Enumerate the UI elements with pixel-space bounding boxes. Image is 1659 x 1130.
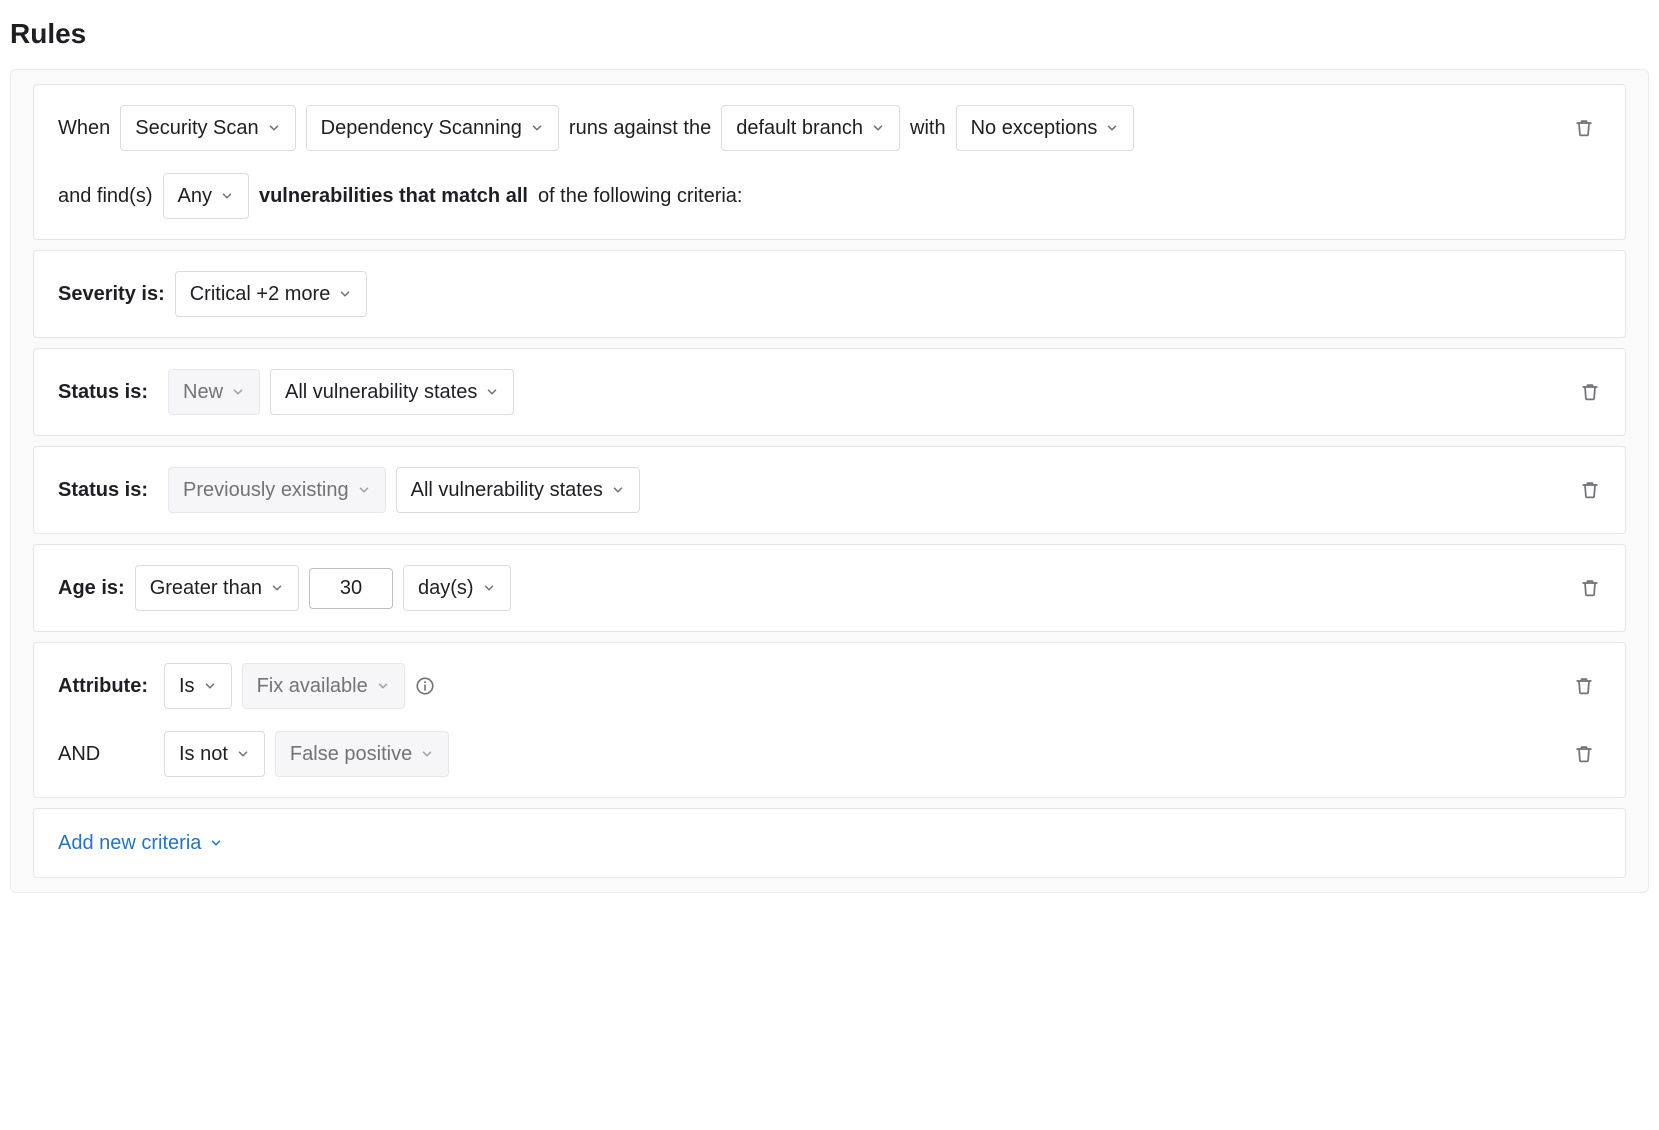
attribute-op-value: Is not xyxy=(179,740,228,768)
chevron-down-icon xyxy=(338,287,352,301)
vuln-match-text: vulnerabilities that match all xyxy=(259,182,528,210)
age-unit-dropdown[interactable]: day(s) xyxy=(403,565,511,611)
attribute-value: False positive xyxy=(290,740,412,768)
rule-sentence-card: When Security Scan Dependency Scanning r… xyxy=(33,84,1626,240)
status-state-dropdown[interactable]: All vulnerability states xyxy=(396,467,640,513)
and-label: AND xyxy=(58,740,154,768)
any-dropdown[interactable]: Any xyxy=(163,173,249,219)
attribute-op-dropdown[interactable]: Is xyxy=(164,663,232,709)
add-criteria-card: Add new criteria xyxy=(33,808,1626,878)
runs-against-text: runs against the xyxy=(569,114,711,142)
chevron-down-icon xyxy=(485,385,499,399)
age-criteria-card: Age is: Greater than day(s) xyxy=(33,544,1626,632)
status-tag-value: Previously existing xyxy=(183,476,349,504)
status-new-criteria-card: Status is: New All vulnerability states xyxy=(33,348,1626,436)
add-criteria-label: Add new criteria xyxy=(58,829,201,857)
attribute-value-dropdown[interactable]: False positive xyxy=(275,731,449,777)
delete-criteria-button[interactable] xyxy=(1573,571,1607,605)
chevron-down-icon xyxy=(611,483,625,497)
chevron-down-icon xyxy=(270,581,284,595)
scan-type-dropdown[interactable]: Security Scan xyxy=(120,105,295,151)
delete-rule-button[interactable] xyxy=(1567,111,1601,145)
rules-heading: Rules xyxy=(10,14,1649,53)
chevron-down-icon xyxy=(530,121,544,135)
age-operator-dropdown[interactable]: Greater than xyxy=(135,565,299,611)
info-icon[interactable] xyxy=(415,676,435,696)
status-existing-criteria-card: Status is: Previously existing All vulne… xyxy=(33,446,1626,534)
scan-type-label: Security Scan xyxy=(135,114,258,142)
age-operator-value: Greater than xyxy=(150,574,262,602)
chevron-down-icon xyxy=(231,385,245,399)
status-label: Status is: xyxy=(58,378,158,406)
status-label: Status is: xyxy=(58,476,158,504)
chevron-down-icon xyxy=(376,679,390,693)
and-finds-text: and find(s) xyxy=(58,182,153,210)
any-label: Any xyxy=(178,182,212,210)
chevron-down-icon xyxy=(267,121,281,135)
status-state-value: All vulnerability states xyxy=(285,378,477,406)
status-tag-dropdown[interactable]: New xyxy=(168,369,260,415)
scanner-dropdown[interactable]: Dependency Scanning xyxy=(306,105,559,151)
delete-attribute-row-button[interactable] xyxy=(1567,737,1601,771)
status-state-dropdown[interactable]: All vulnerability states xyxy=(270,369,514,415)
age-unit-value: day(s) xyxy=(418,574,474,602)
age-value-input[interactable] xyxy=(309,568,393,609)
severity-criteria-card: Severity is: Critical +2 more xyxy=(33,250,1626,338)
chevron-down-icon xyxy=(203,679,217,693)
chevron-down-icon xyxy=(1105,121,1119,135)
attribute-value-dropdown[interactable]: Fix available xyxy=(242,663,405,709)
severity-value: Critical +2 more xyxy=(190,280,331,308)
chevron-down-icon xyxy=(420,747,434,761)
of-following-text: of the following criteria: xyxy=(538,182,743,210)
severity-dropdown[interactable]: Critical +2 more xyxy=(175,271,368,317)
chevron-down-icon xyxy=(357,483,371,497)
severity-label: Severity is: xyxy=(58,280,165,308)
rules-container: When Security Scan Dependency Scanning r… xyxy=(10,69,1649,893)
scanner-label: Dependency Scanning xyxy=(321,114,522,142)
delete-attribute-row-button[interactable] xyxy=(1567,669,1601,703)
chevron-down-icon xyxy=(220,189,234,203)
attribute-criteria-card: Attribute: Is Fix available xyxy=(33,642,1626,798)
attribute-value: Fix available xyxy=(257,672,368,700)
status-tag-value: New xyxy=(183,378,223,406)
attribute-op-value: Is xyxy=(179,672,195,700)
chevron-down-icon xyxy=(209,836,223,850)
exceptions-label: No exceptions xyxy=(971,114,1098,142)
chevron-down-icon xyxy=(236,747,250,761)
add-criteria-button[interactable]: Add new criteria xyxy=(58,829,223,857)
delete-criteria-button[interactable] xyxy=(1573,473,1607,507)
when-text: When xyxy=(58,114,110,142)
exceptions-dropdown[interactable]: No exceptions xyxy=(956,105,1135,151)
branch-label: default branch xyxy=(736,114,863,142)
attribute-op-dropdown[interactable]: Is not xyxy=(164,731,265,777)
branch-dropdown[interactable]: default branch xyxy=(721,105,900,151)
status-state-value: All vulnerability states xyxy=(411,476,603,504)
attribute-label: Attribute: xyxy=(58,672,154,700)
status-tag-dropdown[interactable]: Previously existing xyxy=(168,467,386,513)
chevron-down-icon xyxy=(482,581,496,595)
chevron-down-icon xyxy=(871,121,885,135)
with-text: with xyxy=(910,114,946,142)
delete-criteria-button[interactable] xyxy=(1573,375,1607,409)
age-label: Age is: xyxy=(58,574,125,602)
